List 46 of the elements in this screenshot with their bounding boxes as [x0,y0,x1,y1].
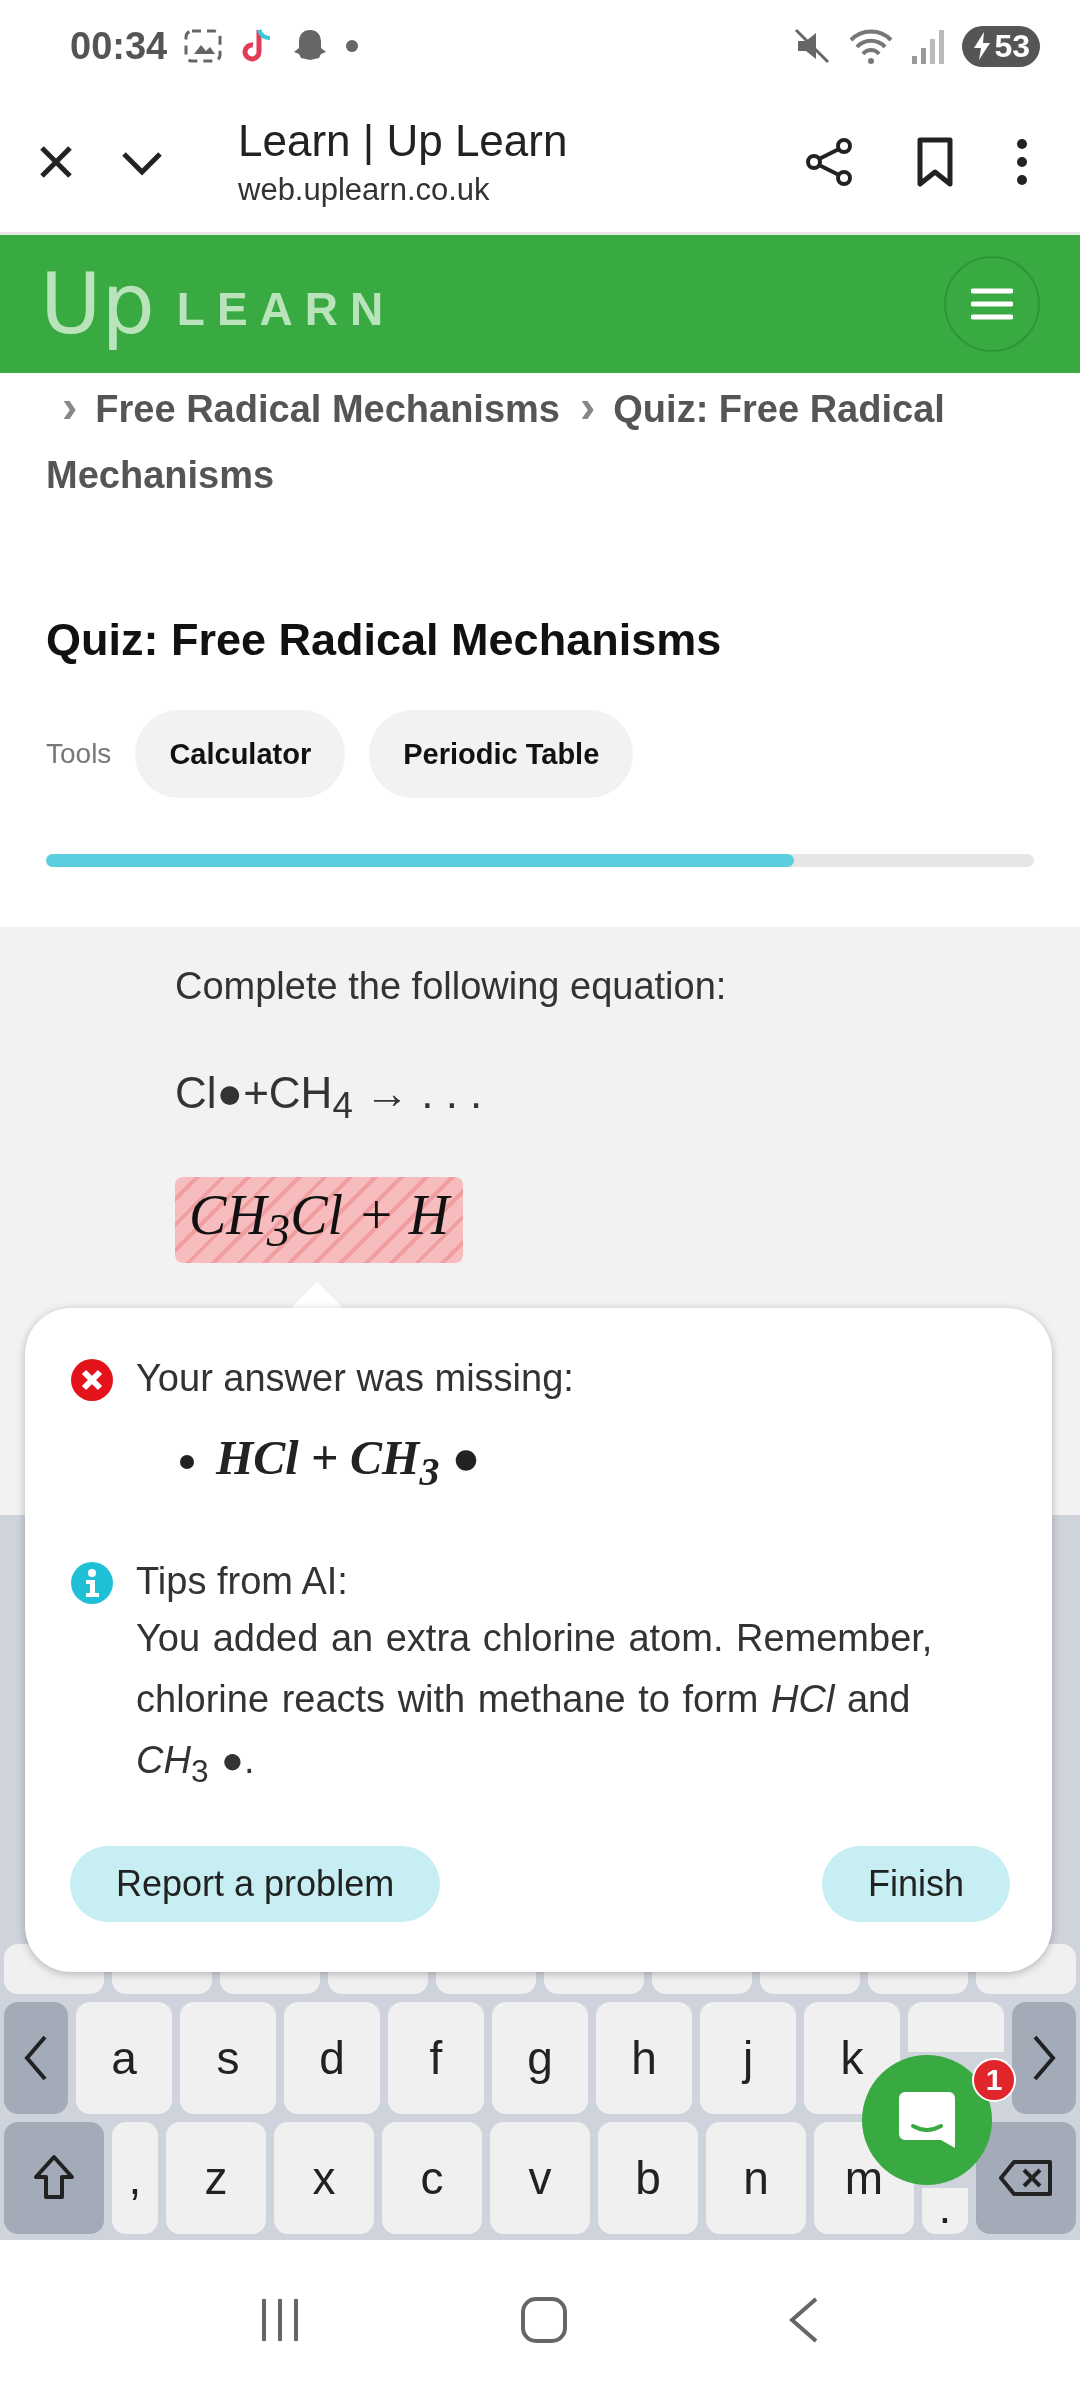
notification-dot-icon [345,39,360,53]
report-button[interactable]: Report a problem [70,1846,441,1923]
menu-button[interactable] [944,256,1040,352]
keyboard-key[interactable]: s [180,2002,276,2114]
menu-icon [971,287,1013,321]
missing-heading: Your answer was missing: [136,1356,574,1401]
right-arrow-key[interactable] [1012,2002,1076,2114]
answer-box[interactable]: CH$_{3}$Cl + H [175,1176,464,1263]
tool-button[interactable]: Calculator [135,710,346,798]
tools-label: Tools [46,738,112,770]
bullet-icon [180,1455,194,1470]
more-icon[interactable] [1014,136,1030,188]
keyboard-key[interactable]: z [166,2122,266,2234]
keyboard-key[interactable]: h [596,2002,692,2114]
missing-answer: HCl + CH$_{3}$ ● [216,1430,481,1495]
tips-heading: Tips from AI: [136,1558,349,1604]
page-url: web.uplearn.co.uk [238,172,491,208]
keyboard-key[interactable]: g [492,2002,588,2114]
tool-button[interactable]: Periodic Table [369,710,634,798]
backspace-icon [998,2158,1054,2198]
left-arrow-key[interactable] [4,2002,68,2114]
backspace-key[interactable] [976,2122,1076,2234]
keyboard-key[interactable]: . [922,2188,968,2234]
keyboard-key[interactable]: n [706,2122,806,2234]
keyboard-key[interactable]: , [112,2122,158,2234]
equation: Cl●+CH$_{4}$ → . . . [175,1068,484,1127]
keyboard-key[interactable]: b [598,2122,698,2234]
keyboard-key[interactable]: j [700,2002,796,2114]
keyboard-key[interactable]: x [274,2122,374,2234]
status-time: 00:34 [70,24,168,68]
error-icon [70,1358,114,1402]
battery-indicator: 53 [962,25,1040,67]
home-icon[interactable] [519,2295,569,2345]
info-icon [70,1560,114,1605]
quiz-title: Quiz: Free Radical Mechanisms [46,614,723,666]
tips-text: You added an extra chlorine atom. Remember, chlorine reacts with methane to form HCl and CH$_{3}$ ●. [136,1616,934,1791]
question-text: Complete the following equation: [175,965,728,1008]
finish-button[interactable]: Finish [821,1846,1010,1923]
keyboard-key[interactable]: a [76,2002,172,2114]
keyboard-key[interactable]: v [490,2122,590,2234]
keyboard-key[interactable]: d [284,2002,380,2114]
page-title: Learn | Up Learn [238,116,569,166]
breadcrumb-trail[interactable]: › Free Radical Mechanisms › Quiz: Free Radical Mechanisms [0,373,1080,508]
shift-key[interactable] [4,2122,104,2234]
keyboard-key[interactable]: c [382,2122,482,2234]
keyboard-key[interactable]: f [388,2002,484,2114]
